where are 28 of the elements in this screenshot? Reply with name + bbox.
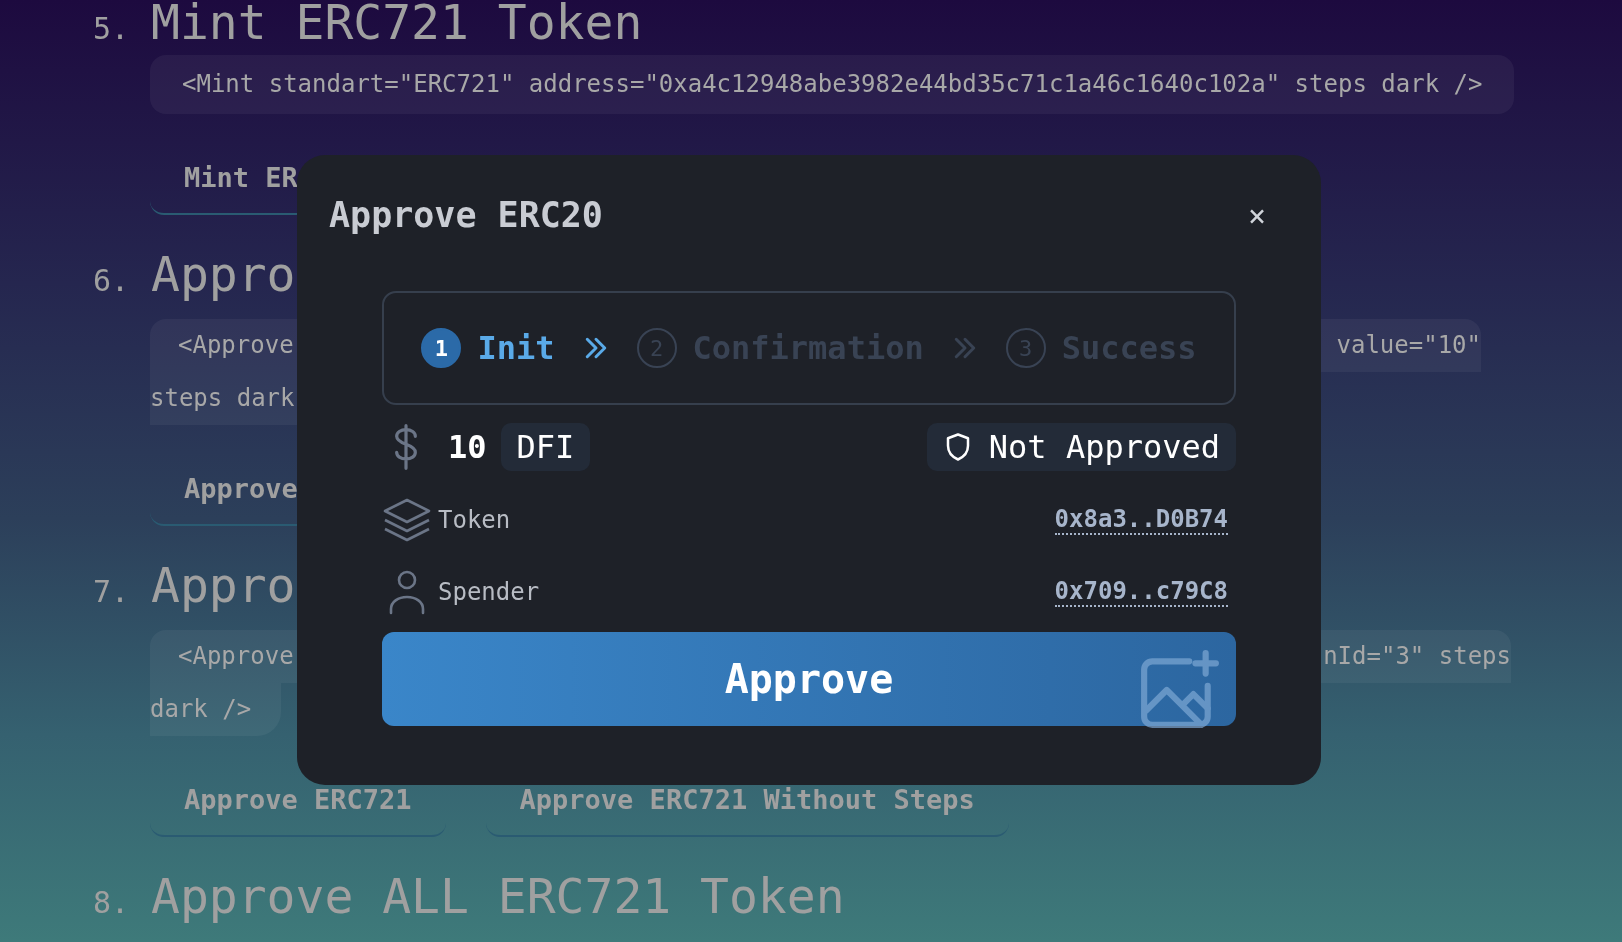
code-text: value="10" xyxy=(1336,330,1481,361)
code-block: <Mint standart="ERC721" address="0xa4c12948abe3982e44bd35c71c1a46c1640c102a" steps dark /> xyxy=(150,55,1515,114)
code-text: <Approve xyxy=(178,330,294,361)
dialog-title: Approve ERC20 xyxy=(329,195,603,235)
approve-button[interactable]: Approve xyxy=(382,632,1236,726)
section-number: 6. xyxy=(93,262,131,300)
step-label: Init xyxy=(477,329,555,367)
code-text: nId="3" steps xyxy=(1323,641,1511,672)
section-number: 5. xyxy=(93,10,131,48)
close-button[interactable]: × xyxy=(1239,197,1274,233)
detail-label: Token xyxy=(438,506,511,534)
image-add-icon xyxy=(1138,649,1220,731)
section-heading: Appro xyxy=(151,557,296,613)
code-text: <Approve xyxy=(178,641,294,672)
code-block: dark /> xyxy=(150,683,282,736)
section-number: 8. xyxy=(93,884,131,922)
address-link[interactable]: 0x709..c79C8 xyxy=(1054,577,1228,607)
section-heading: Mint ERC721 Token xyxy=(151,0,643,50)
currency-badge: DFI xyxy=(500,423,591,471)
status-text: Not Approved xyxy=(988,428,1220,466)
address-link[interactable]: 0x8a3..D0B74 xyxy=(1054,505,1228,535)
amount-value: 10 xyxy=(448,428,487,466)
section-number: 7. xyxy=(93,573,131,611)
step-number: 1 xyxy=(421,328,462,368)
detail-label: Spender xyxy=(438,578,540,606)
layers-icon xyxy=(382,497,432,543)
section-heading: Approve ALL ERC721 Token xyxy=(151,868,845,924)
section-heading: Appro xyxy=(151,246,296,302)
